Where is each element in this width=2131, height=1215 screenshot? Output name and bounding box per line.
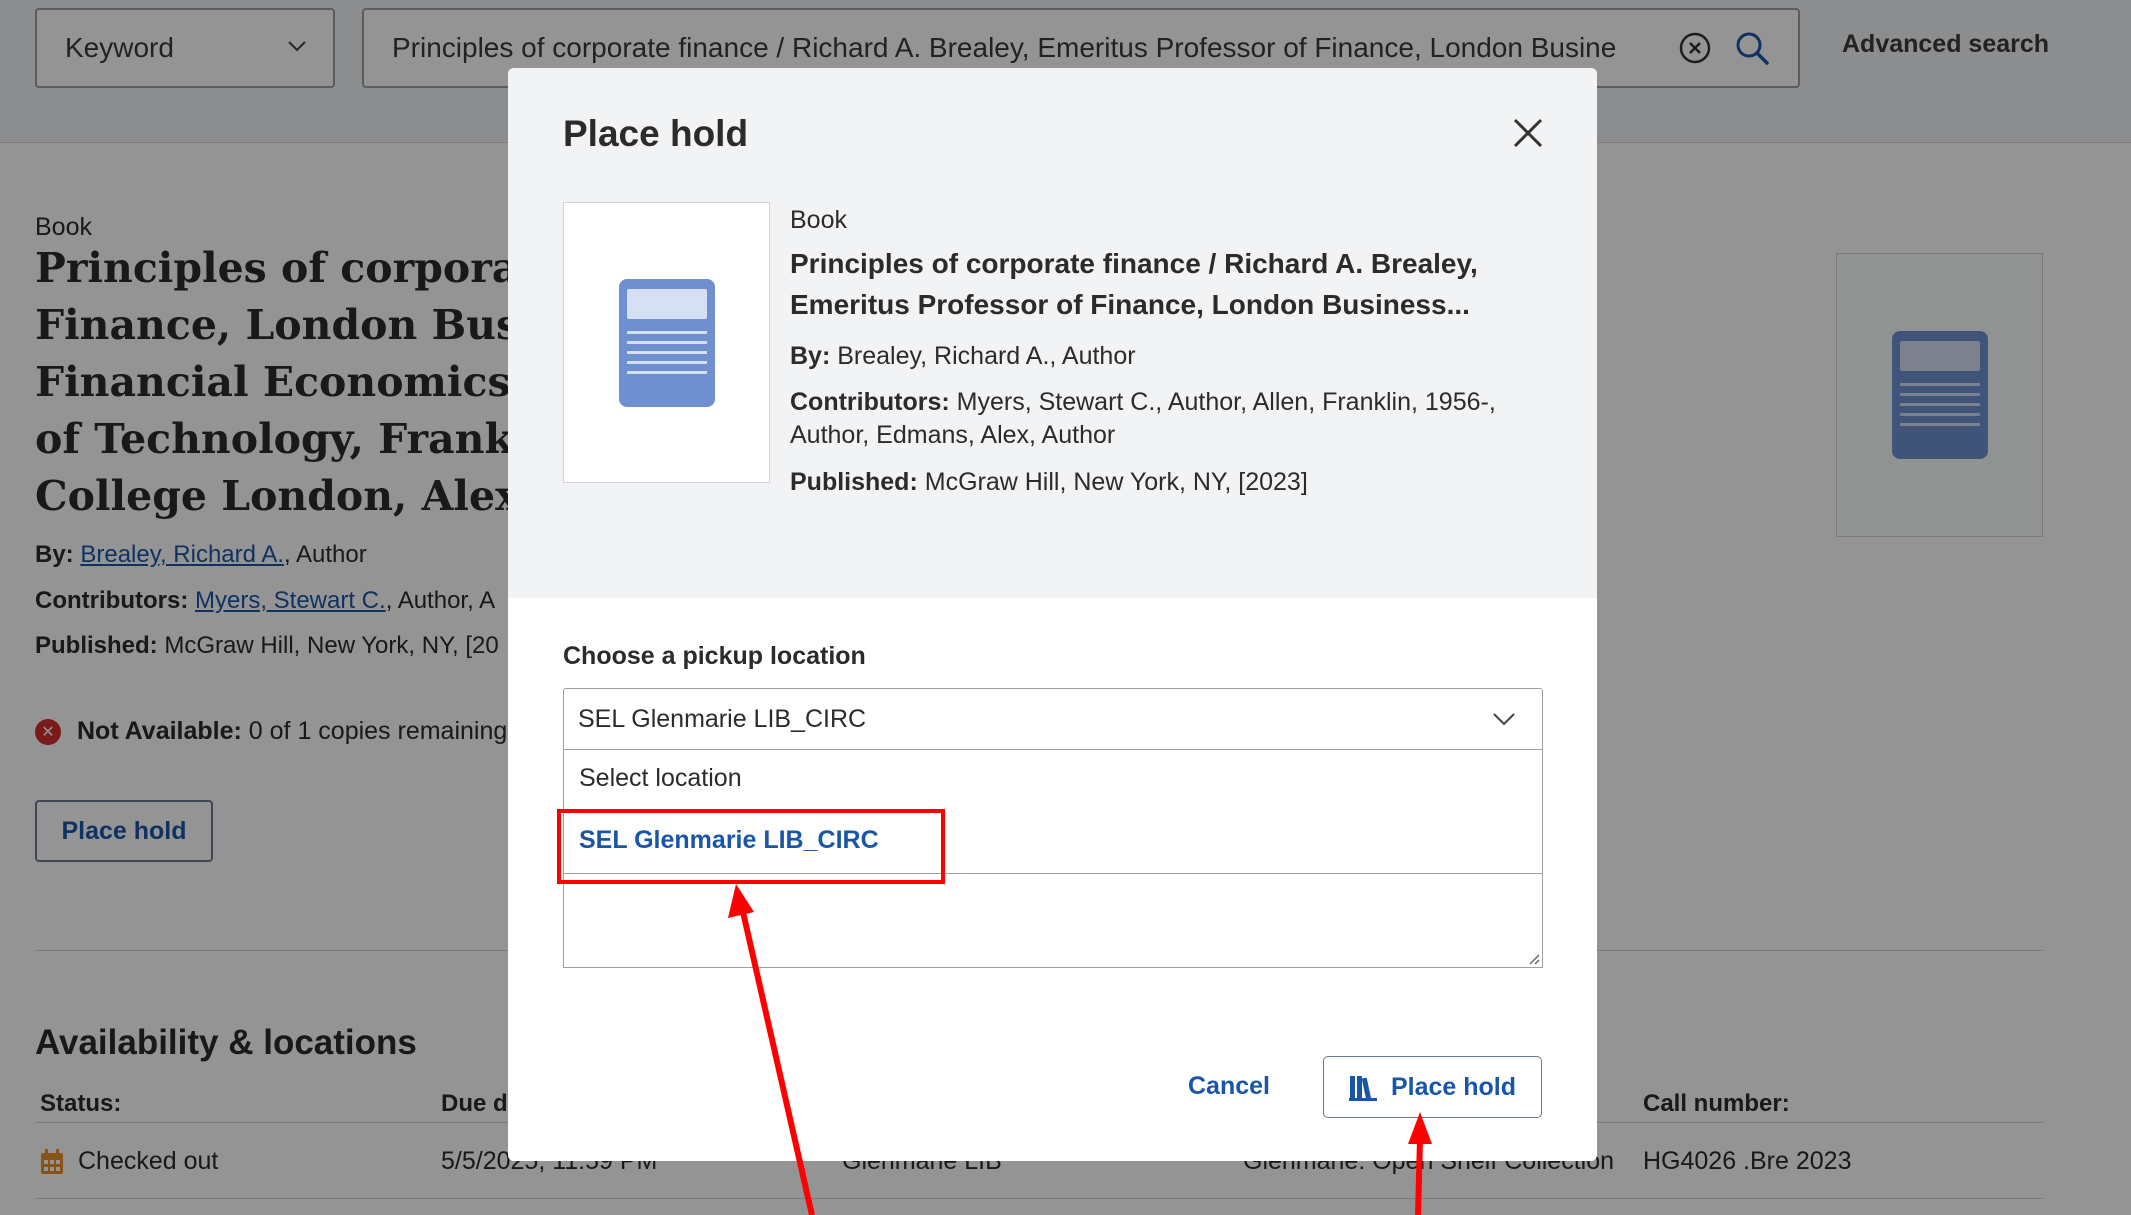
book-icon [618, 278, 715, 407]
resize-handle-icon[interactable] [1526, 951, 1540, 965]
confirm-place-hold-label: Place hold [1390, 1072, 1517, 1101]
selected-location-text: SEL Glenmarie LIB_CIRC [578, 704, 867, 733]
dialog-title: Place hold [563, 113, 749, 154]
pickup-location-label: Choose a pickup location [563, 642, 866, 670]
books-icon [1348, 1076, 1377, 1101]
contributors-label: Contributors: [790, 388, 950, 416]
confirm-place-hold-button[interactable]: Place hold [1323, 1056, 1542, 1118]
hold-notes-textarea[interactable] [563, 874, 1543, 968]
close-icon[interactable] [1503, 108, 1553, 158]
dialog-item-author: By: Brealey, Richard A., Author [790, 340, 1550, 373]
dialog-item-contributors: Contributors: Myers, Stewart C., Author,… [790, 386, 1550, 452]
option-select-location[interactable]: Select location [579, 764, 742, 793]
by-value: Brealey, Richard A., Author [837, 342, 1136, 370]
dialog-item-type: Book [790, 206, 847, 234]
dialog-item-published: Published: McGraw Hill, New York, NY, [2… [790, 466, 1550, 499]
by-label: By: [790, 342, 831, 370]
dialog-book-thumbnail [563, 202, 770, 483]
published-value: McGraw Hill, New York, NY, [2023] [924, 468, 1308, 496]
place-hold-dialog: Place hold Book Principles of corporate … [508, 68, 1597, 1161]
cancel-button[interactable]: Cancel [1188, 1072, 1270, 1101]
highlight-box [557, 809, 945, 884]
chevron-down-icon [1493, 713, 1515, 726]
dialog-item-title: Principles of corporate finance / Richar… [790, 248, 1478, 320]
published-label: Published: [790, 468, 918, 496]
pickup-location-select[interactable]: SEL Glenmarie LIB_CIRC [563, 688, 1543, 750]
